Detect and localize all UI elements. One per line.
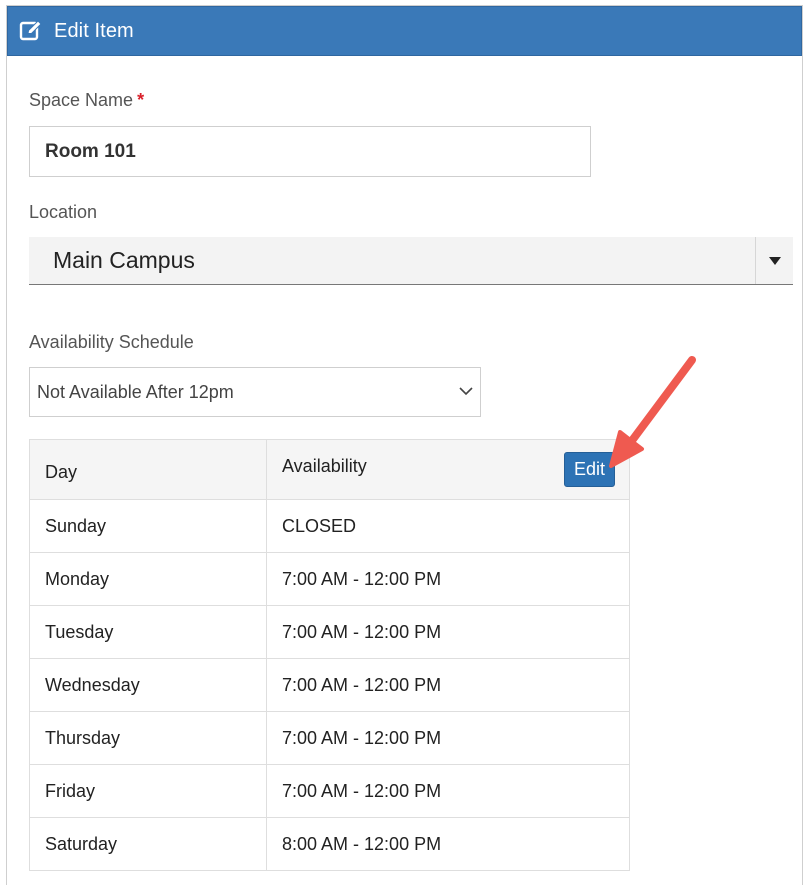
availability-schedule-select[interactable]: Not Available After 12pm — [29, 367, 481, 417]
availability-schedule-label: Availability Schedule — [29, 332, 194, 352]
space-name-label-text: Space Name — [29, 90, 134, 110]
availability-cell: 8:00 AM - 12:00 PM — [266, 817, 630, 871]
space-name-input[interactable]: Room 101 — [29, 126, 591, 177]
table-row: Tuesday 7:00 AM - 12:00 PM — [29, 605, 630, 659]
day-cell: Friday — [29, 764, 267, 818]
availability-schedule-selected-value: Not Available After 12pm — [37, 381, 234, 402]
chevron-down-icon — [459, 383, 473, 401]
day-cell: Saturday — [29, 817, 267, 871]
column-header-day: Day — [29, 439, 267, 500]
availability-cell: 7:00 AM - 12:00 PM — [266, 605, 630, 659]
required-marker: * — [137, 90, 145, 110]
availability-cell: CLOSED — [266, 499, 630, 553]
edit-schedule-button[interactable]: Edit — [564, 452, 615, 487]
day-cell: Tuesday — [29, 605, 267, 659]
availability-table: Day Availability Edit Sunday CLOSED Mond… — [29, 439, 630, 871]
table-header-row: Day Availability Edit — [29, 439, 630, 500]
day-cell: Wednesday — [29, 658, 267, 712]
location-label: Location — [29, 202, 98, 222]
space-name-value: Room 101 — [45, 140, 136, 162]
table-row: Thursday 7:00 AM - 12:00 PM — [29, 711, 630, 765]
availability-cell: 7:00 AM - 12:00 PM — [266, 552, 630, 606]
table-row: Wednesday 7:00 AM - 12:00 PM — [29, 658, 630, 712]
table-row: Friday 7:00 AM - 12:00 PM — [29, 764, 630, 818]
table-row: Monday 7:00 AM - 12:00 PM — [29, 552, 630, 606]
page-title: Edit Item — [54, 19, 134, 42]
edit-item-panel: Edit Item Space Name * Room 101 Location … — [6, 5, 803, 885]
column-header-availability-label: Availability — [282, 456, 367, 476]
edit-icon — [19, 19, 43, 43]
availability-cell: 7:00 AM - 12:00 PM — [266, 711, 630, 765]
day-cell: Thursday — [29, 711, 267, 765]
location-select[interactable]: Main Campus — [29, 237, 793, 285]
panel-header: Edit Item — [7, 6, 802, 56]
day-cell: Sunday — [29, 499, 267, 553]
availability-cell: 7:00 AM - 12:00 PM — [266, 764, 630, 818]
caret-down-icon[interactable] — [755, 237, 793, 284]
availability-cell: 7:00 AM - 12:00 PM — [266, 658, 630, 712]
table-row: Saturday 8:00 AM - 12:00 PM — [29, 817, 630, 871]
column-header-availability: Availability Edit — [266, 439, 630, 500]
location-selected-value: Main Campus — [53, 247, 195, 273]
space-name-label: Space Name * — [29, 90, 144, 111]
table-row: Sunday CLOSED — [29, 499, 630, 553]
day-cell: Monday — [29, 552, 267, 606]
